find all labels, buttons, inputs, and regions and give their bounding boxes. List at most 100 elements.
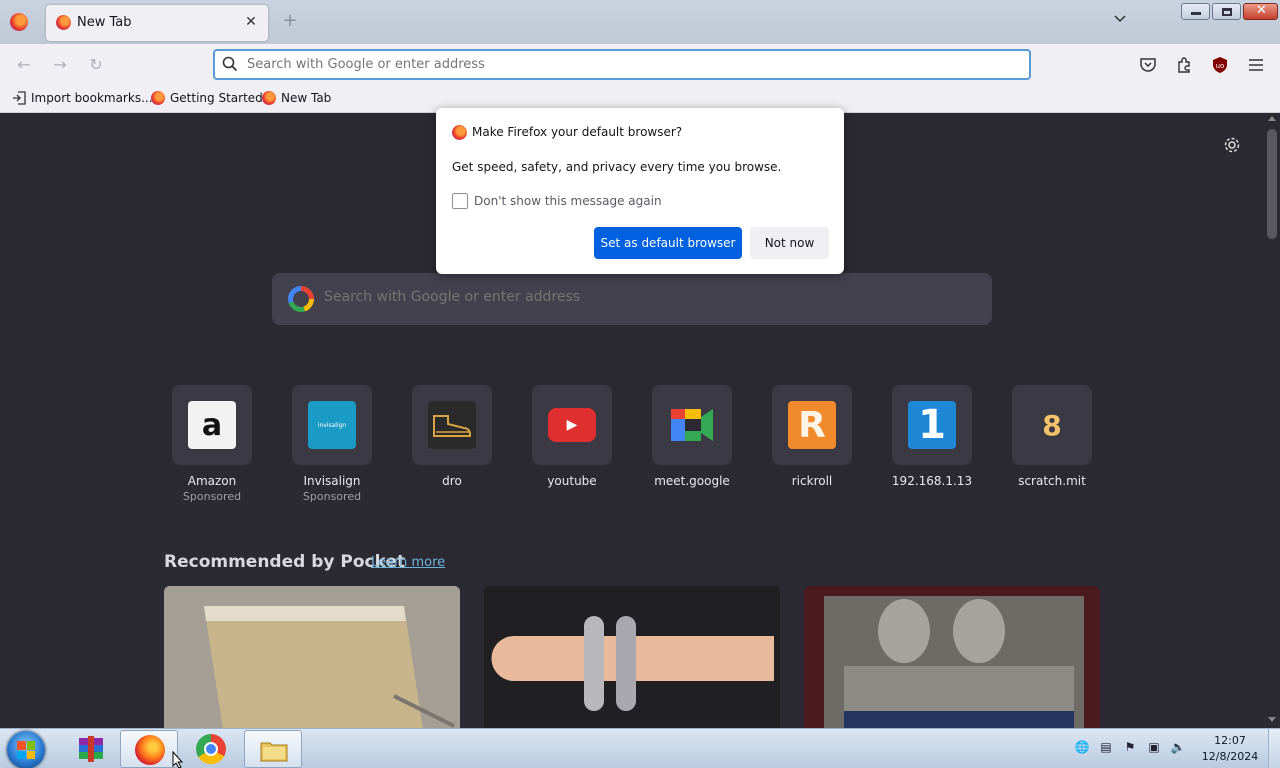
extensions-icon[interactable] [1175,56,1193,74]
tile-label: rickroll [791,474,833,488]
not-now-button[interactable]: Not now [750,227,829,259]
clock-time: 12:07 [1214,734,1246,747]
clipboard-icon[interactable]: ▤ [1098,739,1114,755]
chrome-icon [196,734,226,764]
taskbar-clock[interactable]: 12:07 12/8/2024 [1196,733,1264,765]
number-one-icon: 1 [908,401,956,449]
tile-label: scratch.mit [1018,474,1086,488]
reload-button[interactable]: ↻ [84,54,108,76]
scroll-up-arrow[interactable] [1268,116,1276,121]
minimize-button[interactable] [1181,3,1210,20]
taskbar-winrar[interactable] [62,730,120,768]
newtab-search-input[interactable] [324,289,964,305]
firefox-icon [56,15,71,30]
pocket-card-hearing-aids[interactable] [484,586,780,728]
chevron-down-icon[interactable] [1110,12,1130,32]
taskbar-firefox[interactable] [120,730,184,768]
bookmark-new-tab[interactable]: New Tab [262,91,331,105]
new-tab-button[interactable]: + [280,11,300,31]
tile-box: ▶ [532,385,612,465]
tile-label: Amazon [187,474,237,488]
ublock-icon[interactable]: uo [1211,56,1229,74]
start-button[interactable] [7,731,45,768]
tile-sponsored: Sponsored [302,490,362,503]
bookmark-label: Getting Started [170,91,263,105]
tile-sponsored: Sponsored [182,490,242,503]
firefox-icon[interactable] [10,13,28,31]
scroll-thumb[interactable] [1267,129,1277,239]
close-window-button[interactable]: ✕ [1243,3,1278,20]
show-desktop-button[interactable] [1268,729,1280,768]
page-scrollbar[interactable] [1264,113,1280,728]
google-icon [288,286,314,312]
pocket-icon[interactable] [1139,56,1157,74]
firefox-icon [151,91,165,105]
tab-title: New Tab [77,15,132,30]
top-site-scratch-mit[interactable]: 8 scratch.mit [1012,385,1092,488]
back-button[interactable]: ← [12,54,36,76]
bookmark-getting-started[interactable]: Getting Started [151,91,263,105]
network-icon[interactable]: ▣ [1146,739,1162,755]
scratch-icon: 8 [1042,408,1062,442]
firefox-icon [452,125,467,140]
tile-box [652,385,732,465]
tile-label: dro [442,474,462,488]
top-site-youtube[interactable]: ▶ youtube [532,385,612,488]
newtab-search-box[interactable] [272,273,992,325]
volume-icon[interactable]: 🔈 [1170,739,1186,755]
cake-image [164,586,460,728]
dialog-message: Get speed, safety, and privacy every tim… [452,160,782,174]
svg-text:uo: uo [1216,62,1225,70]
set-default-browser-button[interactable]: Set as default browser [594,227,742,259]
hearing-aid-image [484,586,780,728]
close-icon[interactable]: ✕ [242,13,260,31]
pocket-learn-more-link[interactable]: Learn more [371,555,445,570]
tile-box: invisalign [292,385,372,465]
tile-label: Invisalign [303,474,361,488]
network-globe-icon[interactable]: 🌐 [1074,739,1090,755]
google-meet-icon [668,401,716,449]
top-site-amazon[interactable]: a Amazon Sponsored [172,385,252,503]
top-site-rickroll[interactable]: R rickroll [772,385,852,488]
windows-logo-icon [17,741,35,759]
youtube-icon: ▶ [548,408,596,442]
import-icon [13,91,26,105]
menu-icon[interactable] [1247,56,1265,74]
navigation-bar: ← → ↻ uo [0,44,1280,86]
top-site-meet-google[interactable]: meet.google [652,385,732,488]
painting-image [804,586,1100,728]
url-bar[interactable] [213,49,1031,80]
action-center-flag-icon[interactable]: ⚑ [1122,739,1138,755]
url-input[interactable] [247,57,1007,72]
pocket-card-cake[interactable] [164,586,460,728]
tile-box: 8 [1012,385,1092,465]
clock-date: 12/8/2024 [1201,750,1259,763]
pocket-section-title: Recommended by Pocket [164,552,406,572]
top-site-dro[interactable]: dro [412,385,492,488]
default-browser-dialog: Make Firefox your default browser? Get s… [436,108,844,274]
pocket-card-painting[interactable] [804,586,1100,728]
tile-box: 1 [892,385,972,465]
maximize-button[interactable] [1212,3,1241,20]
tile-label: 192.168.1.13 [891,474,973,488]
amazon-icon: a [188,401,236,449]
dont-show-again-label[interactable]: Don't show this message again [474,194,662,208]
bookmark-label: New Tab [281,91,332,105]
bookmark-label: Import bookmarks... [31,91,153,105]
top-site-192-168-1-13[interactable]: 1 192.168.1.13 [892,385,972,488]
search-icon [222,56,238,72]
system-tray: 🌐 ▤ ⚑ ▣ 🔈 [1074,739,1186,755]
rickroll-icon: R [788,401,836,449]
tab-new-tab[interactable]: New Tab ✕ [46,5,268,41]
top-sites: a Amazon Sponsored invisalign Invisalign… [172,385,1092,515]
bookmark-import[interactable]: Import bookmarks... [12,91,153,105]
gear-icon[interactable] [1222,135,1242,155]
taskbar-file-explorer[interactable] [244,730,302,768]
winrar-icon [79,736,103,762]
dont-show-again-checkbox[interactable] [452,193,468,209]
scroll-down-arrow[interactable] [1268,717,1276,722]
top-site-invisalign[interactable]: invisalign Invisalign Sponsored [292,385,372,503]
forward-button[interactable]: → [48,54,72,76]
taskbar-chrome[interactable] [182,730,240,768]
firefox-icon [135,735,165,765]
